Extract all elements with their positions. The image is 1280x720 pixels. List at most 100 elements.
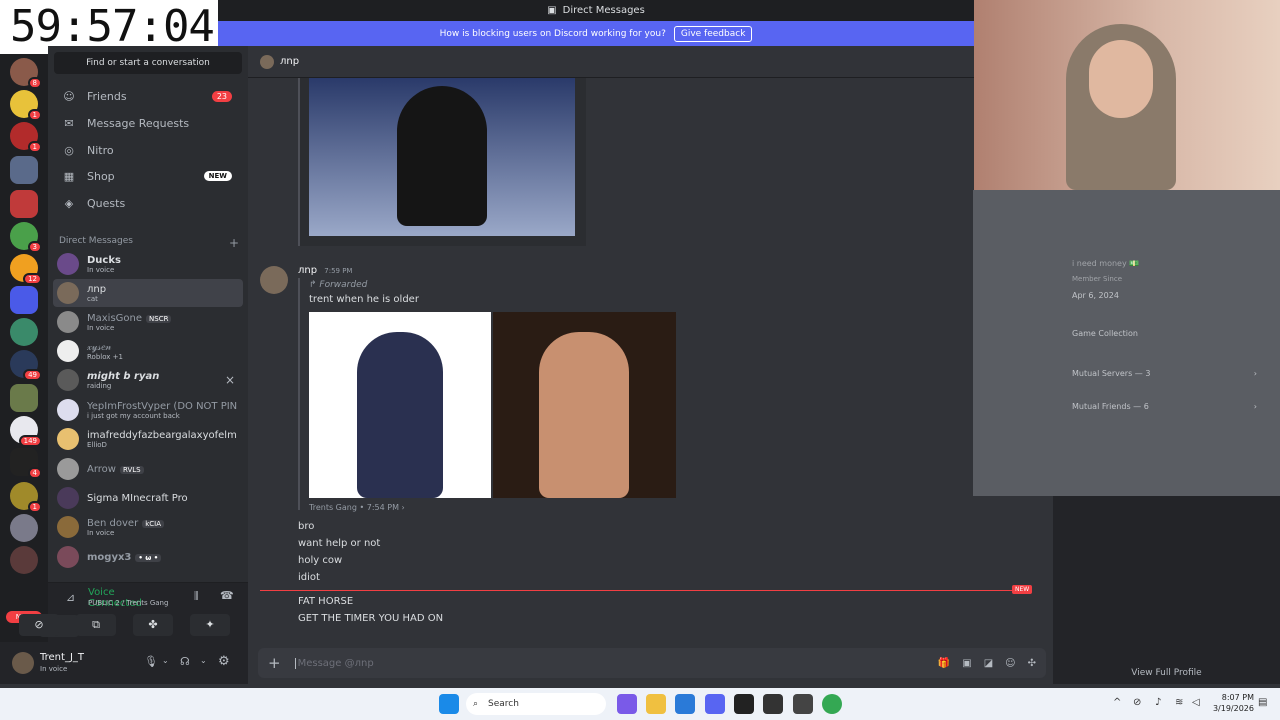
server-icon[interactable] bbox=[10, 286, 38, 314]
server-icon[interactable] bbox=[10, 156, 38, 184]
give-feedback-button[interactable]: Give feedback bbox=[673, 25, 753, 42]
server-icon[interactable] bbox=[10, 546, 38, 574]
dm-item[interactable]: 𝓍𝓎𝓈𝑒𝓃 Roblox +1 bbox=[53, 337, 243, 365]
avatar bbox=[57, 458, 79, 480]
headphones-icon[interactable]: ☊ bbox=[180, 655, 190, 668]
attachment-image-2[interactable] bbox=[493, 312, 676, 498]
server-icon[interactable]: 12 bbox=[10, 254, 42, 285]
dm-item[interactable]: MaxisGone NSCR In voice bbox=[53, 308, 243, 336]
server-icon[interactable]: 1 bbox=[10, 122, 42, 153]
server-icon[interactable]: 49 bbox=[10, 350, 42, 381]
apps-icon[interactable]: ✣ bbox=[1028, 658, 1036, 669]
server-tag: RVLS bbox=[119, 465, 144, 474]
server-icon[interactable]: 8 bbox=[10, 58, 42, 89]
nav-shop[interactable]: ▦ Shop NEW bbox=[54, 164, 242, 188]
view-full-profile-button[interactable]: View Full Profile bbox=[1053, 668, 1280, 678]
nav-message-requests[interactable]: ✉ Message Requests bbox=[54, 111, 242, 135]
server-icon[interactable] bbox=[10, 190, 38, 218]
server-icon[interactable]: 1 bbox=[10, 90, 42, 121]
server-icon[interactable]: 3 bbox=[10, 222, 42, 253]
wifi-icon[interactable]: ≋ bbox=[1175, 697, 1183, 708]
soundboard-button[interactable]: ✦ bbox=[190, 614, 230, 636]
volume-icon[interactable]: ◁ bbox=[1192, 697, 1200, 708]
outlook-icon[interactable] bbox=[675, 694, 695, 714]
server-tag: kCIA bbox=[142, 519, 164, 528]
dm-item-selected[interactable]: лnр cat bbox=[53, 279, 243, 307]
nav-friends[interactable]: ☺ Friends 23 bbox=[54, 84, 242, 108]
dm-item[interactable]: Sigma MInecraft Pro bbox=[53, 484, 243, 512]
microphone-icon[interactable]: 🎙 bbox=[144, 655, 158, 668]
chevron-up-icon[interactable]: ^ bbox=[1113, 697, 1121, 708]
avatar[interactable] bbox=[12, 652, 34, 674]
forward-source[interactable]: Trents Gang bbox=[309, 503, 357, 512]
new-messages-divider bbox=[260, 590, 1030, 591]
activities-button[interactable]: ✤ bbox=[133, 614, 173, 636]
dm-item[interactable]: YepImFrostVyper (DO NOT PIN... i just got… bbox=[53, 396, 243, 424]
taskbar-search[interactable]: ⌕ Search bbox=[466, 693, 606, 715]
windows-start-icon[interactable] bbox=[439, 694, 459, 714]
gift-icon[interactable]: 🎁 bbox=[938, 658, 950, 669]
anime-image[interactable] bbox=[309, 78, 575, 236]
noise-suppression-icon[interactable]: ⫼ bbox=[194, 591, 199, 602]
server-icon[interactable]: 4 bbox=[10, 448, 42, 479]
close-dm-icon[interactable]: × bbox=[225, 373, 235, 387]
server-icon[interactable]: 1 bbox=[10, 482, 42, 513]
mutual-servers[interactable]: Mutual Servers — 3 › bbox=[1072, 369, 1257, 378]
dm-name: MaxisGone bbox=[87, 312, 143, 324]
notification-icon[interactable]: ▤ bbox=[1258, 697, 1267, 708]
nitro-icon: ◎ bbox=[64, 143, 74, 157]
find-conversation-input[interactable]: Find or start a conversation bbox=[54, 52, 242, 74]
avatar[interactable] bbox=[260, 266, 288, 294]
nav-quests[interactable]: ◈ Quests bbox=[54, 191, 242, 215]
nav-nitro[interactable]: ◎ Nitro bbox=[54, 138, 242, 162]
dm-item[interactable]: Arrow RVLS bbox=[53, 455, 243, 483]
clock[interactable]: 8:07 PM 3/19/2026 bbox=[1210, 692, 1254, 714]
chevron-down-icon[interactable]: ⌄ bbox=[162, 656, 169, 665]
game-collection[interactable]: Game Collection bbox=[1072, 329, 1138, 338]
file-explorer-icon[interactable] bbox=[646, 694, 666, 714]
message-author[interactable]: лnр bbox=[298, 265, 317, 276]
create-dm-button[interactable]: + bbox=[229, 236, 239, 250]
settings-gear-icon[interactable]: ⚙ bbox=[218, 654, 230, 669]
network-icon[interactable]: ⊘ bbox=[1133, 697, 1141, 708]
add-attachment-icon[interactable]: + bbox=[268, 654, 281, 672]
chevron-down-icon[interactable]: ⌄ bbox=[200, 656, 207, 665]
user-panel: Trent_J_T In voice 🎙 ⌄ ☊ ⌄ ⚙ bbox=[0, 642, 248, 684]
new-messages-badge: NEW bbox=[1012, 585, 1033, 594]
dm-item[interactable]: Ben dover kCIA In voice bbox=[53, 513, 243, 541]
camera-off-button[interactable]: ⊘ bbox=[19, 614, 59, 636]
server-icon[interactable] bbox=[10, 318, 38, 346]
forwarded-text: trent when he is older bbox=[309, 294, 419, 305]
screen-share-button[interactable]: ⧉ bbox=[76, 614, 116, 636]
discord-icon[interactable] bbox=[705, 694, 725, 714]
sticker-icon[interactable]: ◪ bbox=[984, 658, 993, 669]
obs-icon[interactable] bbox=[763, 694, 783, 714]
server-badge: 8 bbox=[27, 77, 42, 89]
chat-recipient-name[interactable]: лnр bbox=[280, 56, 299, 67]
chrome-icon[interactable] bbox=[822, 694, 842, 714]
mic-icon[interactable]: ♪ bbox=[1155, 697, 1161, 708]
copilot-icon[interactable] bbox=[617, 694, 637, 714]
dm-item[interactable]: might b ryan raiding × bbox=[53, 366, 243, 394]
shop-icon: ▦ bbox=[63, 169, 75, 183]
dm-header-label: Direct Messages bbox=[59, 236, 133, 246]
message-input-bar: + Message @лnр 🎁 ▣ ◪ ☺ ✣ bbox=[258, 648, 1046, 678]
capcut-icon[interactable] bbox=[734, 694, 754, 714]
mutual-friends[interactable]: Mutual Friends — 6 › bbox=[1072, 402, 1257, 411]
dm-item[interactable]: imafreddyfazbeargalaxyofelmo... EllioD bbox=[53, 425, 243, 453]
attachment-image-1[interactable] bbox=[309, 312, 491, 498]
voice-channel[interactable]: PUBLIC 2 / Trents Gang bbox=[40, 599, 200, 607]
message-input[interactable]: Message @лnр bbox=[294, 657, 938, 669]
server-badge: 149 bbox=[18, 435, 42, 447]
server-icon[interactable] bbox=[10, 384, 38, 412]
message-time: 7:59 PM bbox=[324, 267, 353, 275]
dm-item[interactable]: mogyx3 • ω • bbox=[53, 543, 243, 571]
dm-item[interactable]: Ducks In voice bbox=[53, 250, 243, 278]
disconnect-icon[interactable]: ☎ bbox=[220, 589, 234, 602]
server-icon[interactable]: 149 bbox=[10, 416, 42, 447]
message-text: holy cow bbox=[298, 555, 343, 566]
gif-icon[interactable]: ▣ bbox=[962, 658, 971, 669]
app-icon[interactable] bbox=[793, 694, 813, 714]
server-icon[interactable] bbox=[10, 514, 38, 542]
emoji-icon[interactable]: ☺ bbox=[1005, 658, 1015, 669]
